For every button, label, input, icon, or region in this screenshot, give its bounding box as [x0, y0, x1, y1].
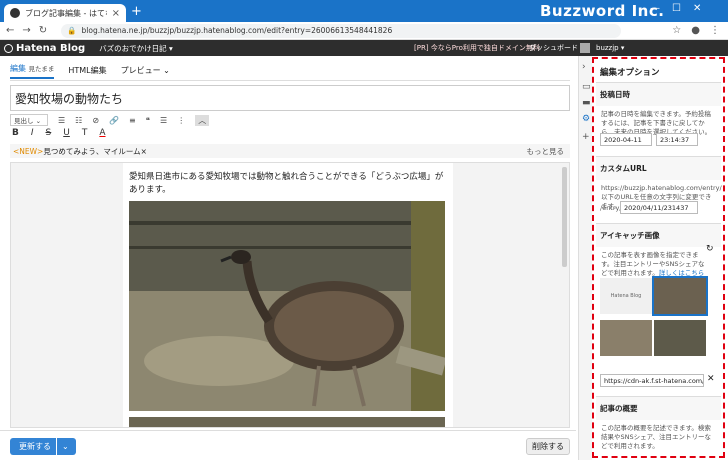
- gear-icon[interactable]: ⚙: [582, 114, 590, 124]
- image-url-input[interactable]: https://cdn-ak.f.st-hatena.com/image: [600, 374, 704, 387]
- url-field[interactable]: 🔒 blog.hatena.ne.jp/buzzjp/buzzjp.hatena…: [61, 23, 622, 38]
- custom-url-input[interactable]: 2020/04/11/231437: [620, 201, 698, 214]
- plus-icon[interactable]: +: [582, 132, 590, 142]
- unlink-icon[interactable]: ⊘: [92, 116, 99, 125]
- details-link[interactable]: 詳しくはこちら: [659, 269, 705, 277]
- window-controls: — ☐ ✕: [650, 3, 701, 14]
- update-dropdown-icon[interactable]: ⌄: [62, 442, 69, 451]
- bold-icon[interactable]: B: [12, 128, 19, 138]
- brand-watermark: Buzzword Inc.: [540, 2, 665, 20]
- time-input[interactable]: 23:14:37: [656, 133, 698, 146]
- thumb-emu-selected[interactable]: [652, 276, 708, 316]
- editor-body[interactable]: 愛知県日進市にある愛知牧場では動物と触れ合うことができる「どうぶつ広場」がありま…: [10, 162, 570, 428]
- summary-desc: この記事の概要を記述できます。検索結果やSNSシェア、注目エントリーなどで利用さ…: [601, 424, 711, 450]
- emu-photo: [129, 201, 445, 411]
- editor-scrollbar[interactable]: [562, 167, 567, 267]
- close-window-button[interactable]: ✕: [693, 3, 701, 14]
- table-icon[interactable]: ☰: [160, 116, 167, 125]
- back-icon[interactable]: ←: [6, 25, 14, 36]
- quote-icon[interactable]: ❝: [146, 116, 150, 125]
- tab-divider: [10, 80, 570, 81]
- entry-title-input[interactable]: 愛知牧場の動物たち: [10, 85, 570, 111]
- summary-section: 記事の概要 この記事の概要を記述できます。検索結果やSNSシェア、注目エントリー…: [596, 396, 721, 455]
- sidebar-rail: › ▭ ▬ ⚙ +: [578, 56, 592, 460]
- italic-icon[interactable]: I: [31, 128, 34, 138]
- promo-link[interactable]: [PR] 今ならPro利用で独自ドメイン無料: [414, 43, 540, 53]
- edit-options-panel: 編集オプション 投稿日時 記事の日時を編集できます。予約投稿するには、記事を下書…: [592, 56, 728, 460]
- forward-icon[interactable]: →: [22, 25, 30, 36]
- panel-title: 編集オプション: [600, 68, 660, 78]
- strike-icon[interactable]: S: [46, 128, 52, 138]
- menu-icon[interactable]: ⋮: [710, 25, 720, 36]
- font-size-icon[interactable]: T: [82, 128, 88, 138]
- url-text: blog.hatena.ne.jp/buzzjp/buzzjp.hatenabl…: [81, 26, 393, 35]
- more-link[interactable]: もっと見る: [527, 146, 571, 157]
- editor-mode-tabs: 編集 見たまま HTML編集 プレビュー ⌄: [10, 63, 170, 79]
- second-photo: [129, 417, 445, 427]
- hatena-header: Hatena Blog バズのおでかけ日記 ▾ [PR] 今ならPro利用で独自…: [0, 40, 728, 56]
- preview-icon[interactable]: ▭: [582, 82, 591, 92]
- new-badge: <NEW>: [13, 146, 44, 156]
- folder-icon[interactable]: ▬: [582, 98, 591, 108]
- hatena-favicon-icon: [10, 8, 20, 18]
- profile-icon[interactable]: ●: [691, 25, 700, 36]
- collapse-panel-icon[interactable]: ›: [582, 62, 586, 72]
- eyecatch-heading: アイキャッチ画像: [596, 224, 721, 247]
- bottom-bar: 更新する ⌄ 削除する: [0, 430, 576, 460]
- bullet-list-icon[interactable]: ☰: [58, 116, 65, 125]
- browser-titlebar: ブログ記事編集 - はてなブログ × + Buzzword Inc. — ☐ ✕: [0, 0, 728, 22]
- refresh-icon[interactable]: ↻: [706, 244, 714, 254]
- star-icon[interactable]: ☆: [672, 25, 681, 36]
- thumb-animals[interactable]: [600, 320, 652, 356]
- update-button[interactable]: 更新する ⌄: [10, 438, 76, 455]
- user-menu[interactable]: buzzjp ▾: [580, 43, 624, 53]
- avatar: [580, 43, 590, 53]
- numbered-list-icon[interactable]: ☷: [75, 116, 82, 125]
- eyecatch-desc: この記事を表す画像を指定できます。注目エントリーやSNSシェアなどで利用されます…: [601, 251, 705, 277]
- reload-icon[interactable]: ↻: [39, 25, 47, 36]
- hatena-logo[interactable]: Hatena Blog: [4, 43, 85, 54]
- underline-icon[interactable]: U: [63, 128, 70, 138]
- notice-bar: <NEW> 見つめてみよう、マイルーム× もっと見る: [10, 144, 570, 158]
- toolbar-row-2: B I S U T A: [12, 128, 106, 138]
- url-prefix: /entry/: [600, 204, 622, 212]
- link-icon[interactable]: 🔗: [109, 116, 119, 125]
- new-tab-button[interactable]: +: [131, 4, 142, 19]
- collapse-toolbar-icon[interactable]: ︿: [195, 114, 210, 126]
- tab-preview[interactable]: プレビュー ⌄: [121, 65, 170, 79]
- hr-icon[interactable]: ≡: [129, 116, 136, 125]
- maximize-button[interactable]: ☐: [672, 3, 681, 14]
- heading-select[interactable]: 見出し ⌄: [10, 114, 48, 126]
- toolbar-row-1: 見出し ⌄ ☰ ☷ ⊘ 🔗 ≡ ❝ ☰ ⋮ ︿: [10, 114, 210, 126]
- thumb-default[interactable]: Hatena Blog: [600, 278, 652, 314]
- date-heading: 投稿日時: [596, 83, 721, 106]
- delete-button[interactable]: 削除する: [526, 438, 570, 455]
- thumb-goats[interactable]: [654, 320, 706, 356]
- date-input[interactable]: 2020-04-11: [600, 133, 652, 146]
- tab-title: ブログ記事編集 - はてなブログ: [25, 8, 107, 18]
- url-heading: カスタムURL: [596, 157, 721, 180]
- address-bar-row: ← → ↻ 🔒 blog.hatena.ne.jp/buzzjp/buzzjp.…: [0, 22, 728, 40]
- minimize-button[interactable]: —: [650, 3, 660, 14]
- blog-name-dropdown[interactable]: バズのおでかけ日記 ▾: [99, 43, 173, 54]
- eyecatch-section: アイキャッチ画像 この記事を表す画像を指定できます。注目エントリーやSNSシェア…: [596, 223, 721, 282]
- more-icon[interactable]: ⋮: [177, 116, 185, 125]
- editor-paper: 愛知県日進市にある愛知牧場では動物と触れ合うことができる「どうぶつ広場」がありま…: [123, 163, 453, 427]
- clear-image-icon[interactable]: ✕: [707, 374, 715, 384]
- tab-html[interactable]: HTML編集: [68, 65, 106, 79]
- summary-heading: 記事の概要: [596, 397, 721, 420]
- dashboard-link[interactable]: ダッシュボード: [529, 43, 578, 53]
- browser-tab[interactable]: ブログ記事編集 - はてなブログ ×: [4, 4, 126, 22]
- lock-icon: 🔒: [67, 26, 77, 35]
- tab-wysiwyg[interactable]: 編集 見たまま: [10, 63, 55, 79]
- body-text: 愛知県日進市にある愛知牧場では動物と触れ合うことができる「どうぶつ広場」がありま…: [129, 172, 444, 195]
- tab-close-icon[interactable]: ×: [112, 8, 120, 19]
- text-color-icon[interactable]: A: [99, 128, 105, 138]
- notice-text[interactable]: 見つめてみよう、マイルーム×: [43, 146, 147, 157]
- hatena-logo-icon: [4, 43, 13, 53]
